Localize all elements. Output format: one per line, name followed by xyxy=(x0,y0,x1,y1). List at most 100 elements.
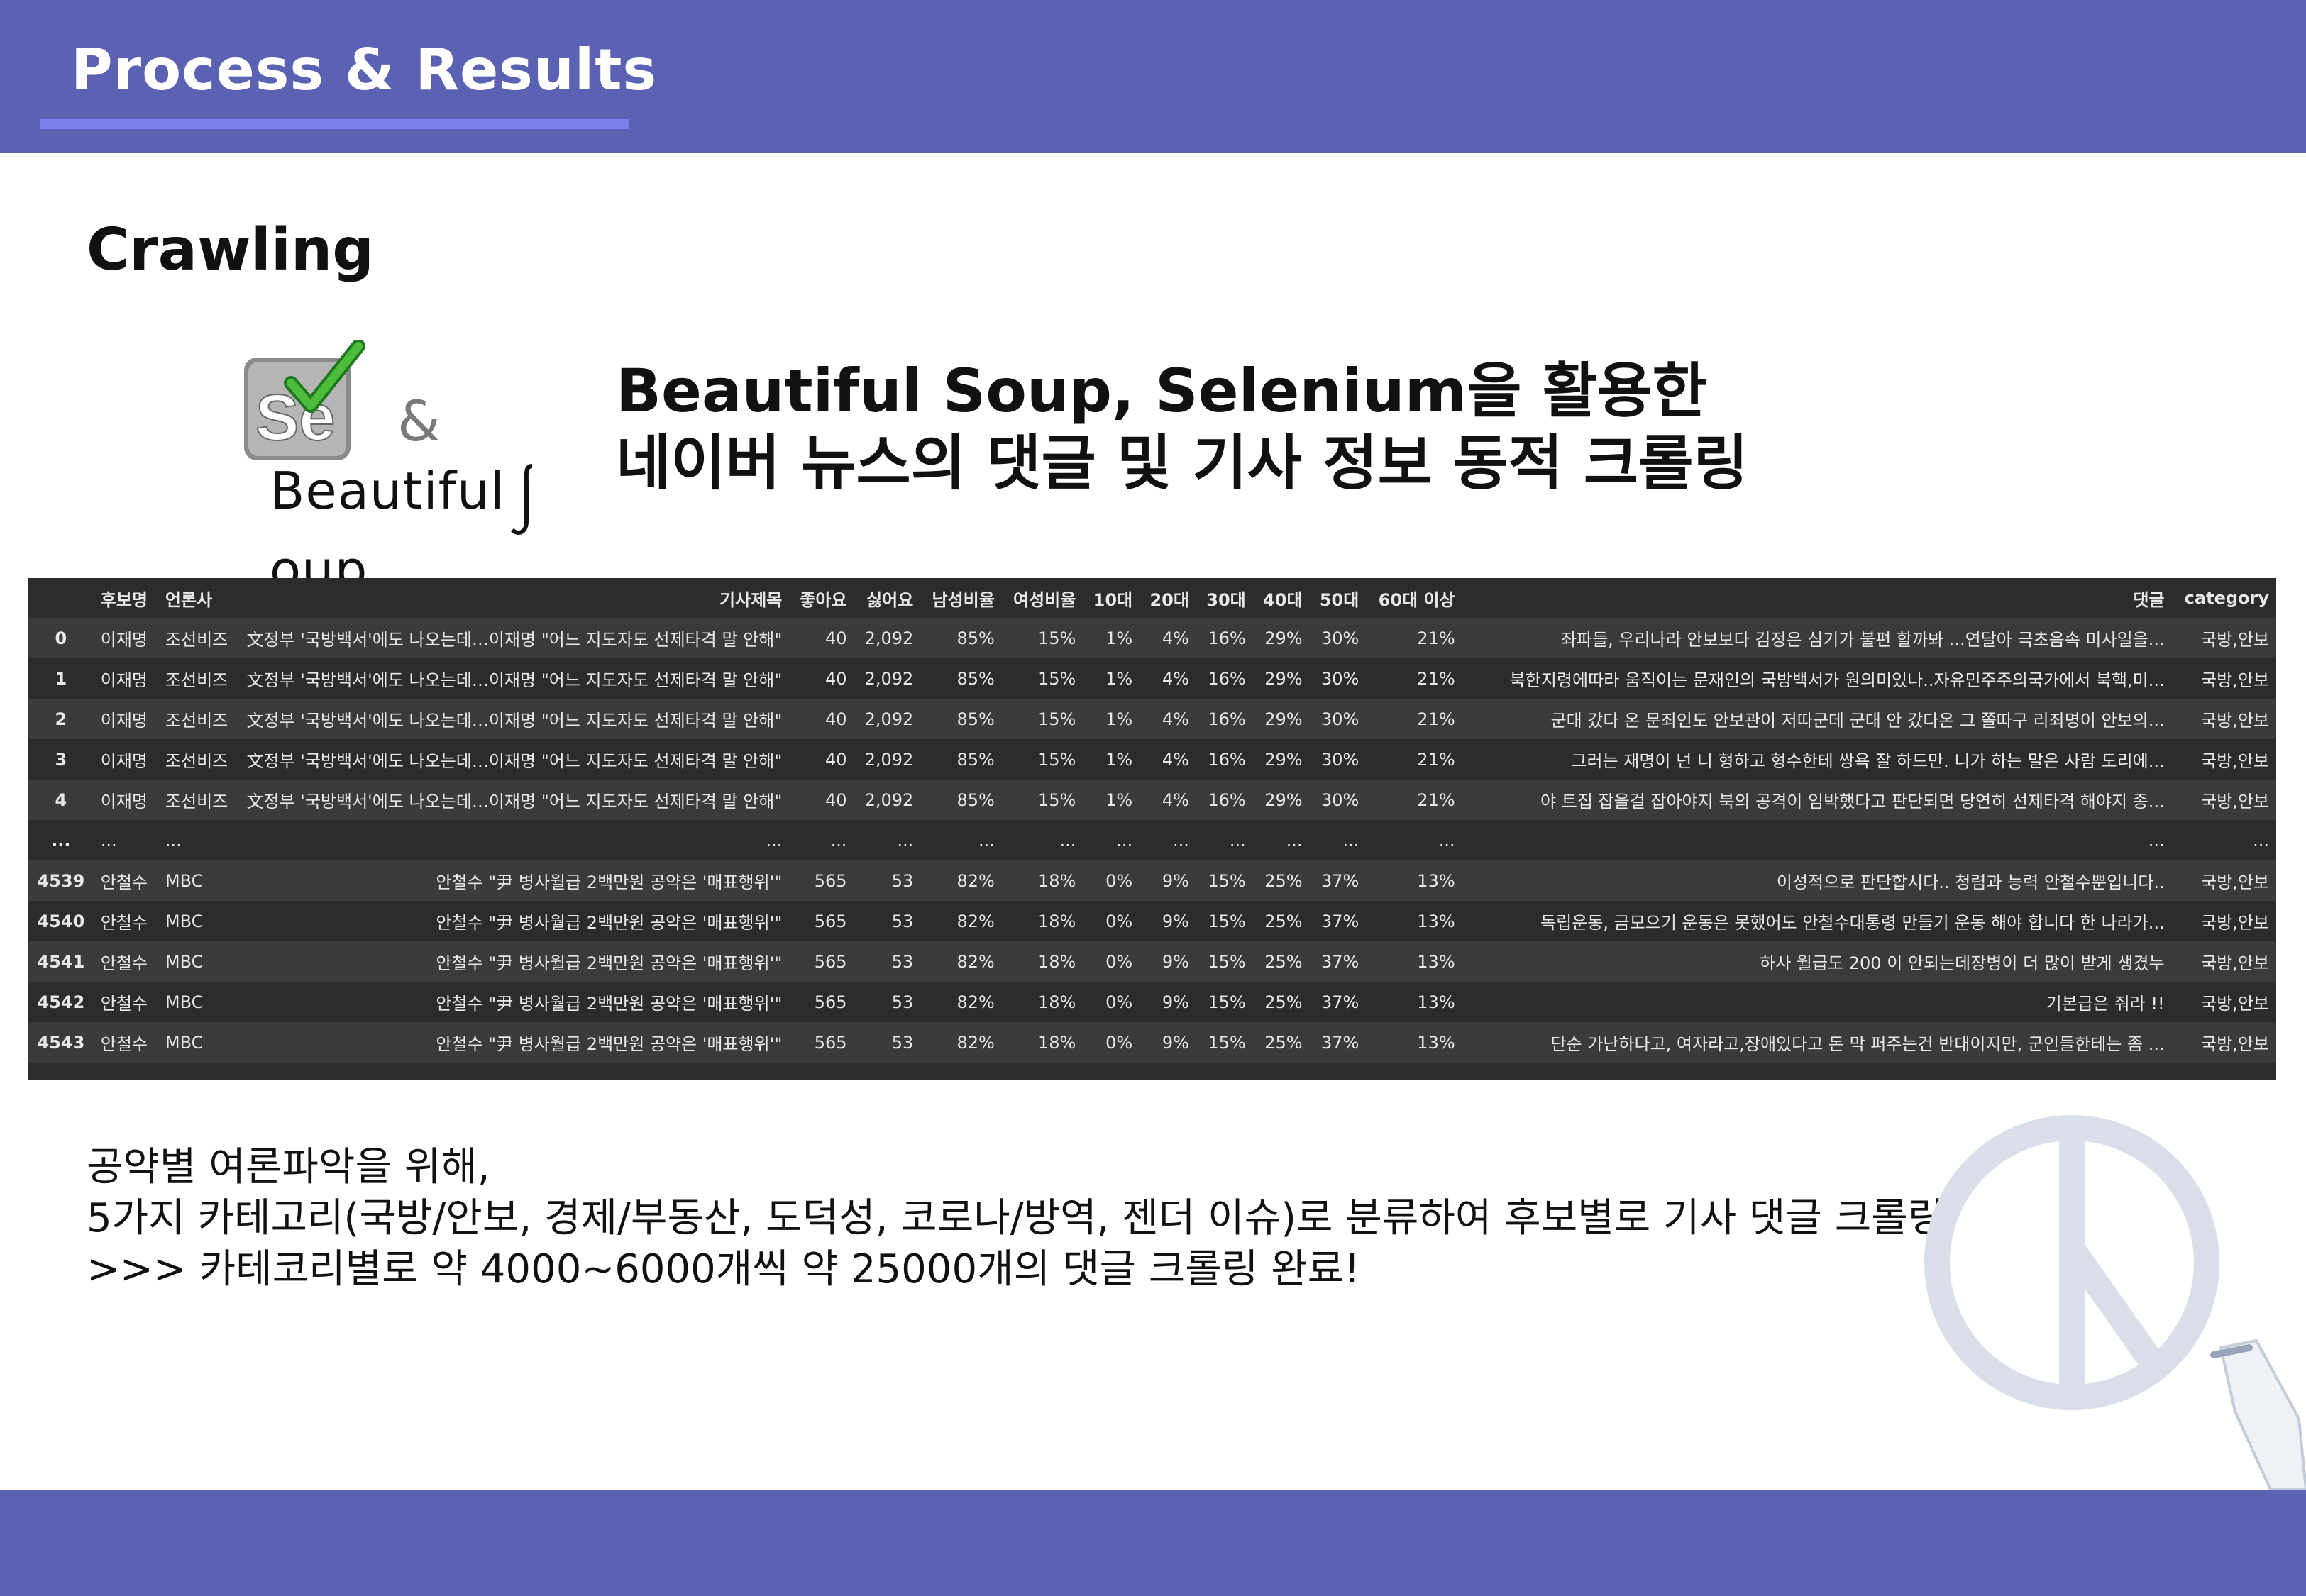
table-cell: 9% xyxy=(1140,941,1196,982)
table-cell: 16% xyxy=(1196,618,1253,658)
table-cell: 565 xyxy=(789,860,854,901)
table-row: 4539 안철수 MBC 안철수 "尹 병사월급 2백만원 공약은 '매표행위'" 56… xyxy=(28,860,2276,901)
table-cell: 1% xyxy=(1083,780,1140,820)
table-cell: 13% xyxy=(1366,941,1462,982)
table-cell: 565 xyxy=(789,1022,854,1063)
table-cell: 0% xyxy=(1083,901,1140,941)
table-cell: 그러는 재명이 넌 니 형하고 형수한테 쌍욕 잘 하드만. 니가 하는 말은 … xyxy=(1462,739,2172,780)
dataframe-screenshot: 후보명 언론사 기사제목 좋아요 싫어요 남성비율 여성비율 10대 20대 30대 40대 50대 6… xyxy=(28,578,2276,1080)
table-cell: 2,092 xyxy=(854,699,921,739)
table-cell: 국방,안보 xyxy=(2171,941,2276,982)
column-header: 30대 xyxy=(1206,589,1246,610)
table-cell: 조선비즈 xyxy=(158,780,240,820)
table-cell: 565 xyxy=(789,982,854,1022)
table-cell: 4% xyxy=(1140,699,1196,739)
table-cell: 4% xyxy=(1140,780,1196,820)
table-cell: 21% xyxy=(1366,618,1462,658)
table-cell: 18% xyxy=(1001,860,1083,901)
table-cell: 1% xyxy=(1083,658,1140,699)
table-cell: 40 xyxy=(789,739,854,780)
table-cell: 13% xyxy=(1366,982,1462,1022)
column-header: 싫어요 xyxy=(866,589,914,610)
table-cell: ... xyxy=(93,820,158,860)
table-cell: 53 xyxy=(854,1022,921,1063)
table-cell: 이재명 xyxy=(93,618,158,658)
table-cell: 좌파들, 우리나라 안보보다 김정은 심기가 불편 할까봐 ...연달아 극초음… xyxy=(1462,618,2172,658)
column-header: 남성비율 xyxy=(932,589,995,610)
column-header xyxy=(28,578,94,618)
table-cell: 안철수 "尹 병사월급 2백만원 공약은 '매표행위'" xyxy=(239,982,790,1022)
table-cell: 37% xyxy=(1309,901,1367,941)
table-cell: 기본급은 줘라 !! xyxy=(1462,982,2172,1022)
column-header: 후보명 xyxy=(100,589,148,610)
table-cell: ... xyxy=(1252,820,1310,860)
column-header: 여성비율 xyxy=(1013,589,1076,610)
table-cell: 37% xyxy=(1309,860,1367,901)
table-cell: 안철수 xyxy=(93,941,158,982)
table-cell: ... xyxy=(1140,820,1196,860)
table-cell: 53 xyxy=(854,860,921,901)
description-text: 공약별 여론파악을 위해, 5가지 카테고리(국방/안보, 경제/부동산, 도덕… xyxy=(87,1142,1944,1295)
table-cell: 85% xyxy=(920,780,1002,820)
table-cell: MBC xyxy=(158,901,240,941)
table-cell: 안철수 "尹 병사월급 2백만원 공약은 '매표행위'" xyxy=(239,1022,790,1063)
table-cell: 29% xyxy=(1252,699,1310,739)
logo-group: Se & Beautifuloup xyxy=(234,333,589,599)
table-cell: 82% xyxy=(920,1022,1002,1063)
table-cell: 29% xyxy=(1252,780,1310,820)
table-cell: ... xyxy=(2171,820,2276,860)
table-cell: 85% xyxy=(920,739,1002,780)
table-cell: 안철수 xyxy=(93,860,158,901)
table-cell: 文정부 '국방백서'에도 나오는데…이재명 "어느 지도자도 선제타격 말 안해… xyxy=(239,699,790,739)
table-cell: 82% xyxy=(920,860,1002,901)
table-cell: 안철수 "尹 병사월급 2백만원 공약은 '매표행위'" xyxy=(239,941,790,982)
table-cell: MBC xyxy=(158,860,240,901)
table-cell: 안철수 xyxy=(93,1022,158,1063)
table-cell: 야 트집 잡을걸 잡아야지 북의 공격이 임박했다고 판단되면 당연히 선제타격… xyxy=(1462,780,2172,820)
table-cell: 15% xyxy=(1196,860,1253,901)
table-cell: 29% xyxy=(1252,618,1310,658)
column-header: 댓글 xyxy=(2133,589,2165,610)
table-row: 4540 안철수 MBC 안철수 "尹 병사월급 2백만원 공약은 '매표행위'" 56… xyxy=(28,901,2276,941)
table-cell: 21% xyxy=(1366,699,1462,739)
table-cell: 이재명 xyxy=(93,780,158,820)
table-cell: 15% xyxy=(1196,1022,1253,1063)
table-cell: 4% xyxy=(1140,739,1196,780)
table-cell: 29% xyxy=(1252,739,1310,780)
table-cell: 국방,안보 xyxy=(2171,860,2276,901)
table-row: 4 이재명 조선비즈 文정부 '국방백서'에도 나오는데…이재명 "어느 지도자도 선… xyxy=(28,780,2276,820)
table-cell: 군대 갔다 온 문죄인도 안보관이 저따군데 군대 안 갔다온 그 쫄따구 리죄… xyxy=(1462,699,2172,739)
table-cell: 0% xyxy=(1083,1022,1140,1063)
row-index: 4540 xyxy=(28,901,94,941)
title-underline xyxy=(40,119,629,129)
table-cell: MBC xyxy=(158,982,240,1022)
footer-bar xyxy=(0,1490,2306,1596)
table-cell: 15% xyxy=(1196,982,1253,1022)
table-cell: 0% xyxy=(1083,860,1140,901)
heading-line-1: Beautiful Soup, Selenium을 활용한 xyxy=(616,356,1707,426)
table-cell: 4% xyxy=(1140,658,1196,699)
table-cell: 30% xyxy=(1309,618,1367,658)
table-cell: 文정부 '국방백서'에도 나오는데…이재명 "어느 지도자도 선제타격 말 안해… xyxy=(239,780,790,820)
column-header: 10대 xyxy=(1093,589,1133,610)
column-header: category xyxy=(2184,588,2269,608)
table-cell: 37% xyxy=(1309,1022,1367,1063)
table-cell: 9% xyxy=(1140,1022,1196,1063)
description-line-3: >>> 카테코리별로 약 4000~6000개씩 약 25000개의 댓글 크롤… xyxy=(87,1246,1360,1292)
table-cell: 13% xyxy=(1366,860,1462,901)
table-cell: 13% xyxy=(1366,1022,1462,1063)
table-cell: 국방,안보 xyxy=(2171,699,2276,739)
table-row: 1 이재명 조선비즈 文정부 '국방백서'에도 나오는데…이재명 "어느 지도자도 선… xyxy=(28,658,2276,699)
table-cell: 53 xyxy=(854,901,921,941)
table-cell: 2,092 xyxy=(854,739,921,780)
table-cell: 文정부 '국방백서'에도 나오는데…이재명 "어느 지도자도 선제타격 말 안해… xyxy=(239,739,790,780)
table-cell: MBC xyxy=(158,1022,240,1063)
column-header: 기사제목 xyxy=(719,589,783,610)
table-cell: 82% xyxy=(920,982,1002,1022)
table-cell: 30% xyxy=(1309,699,1367,739)
table-cell: 30% xyxy=(1309,780,1367,820)
table-cell: 40 xyxy=(789,618,854,658)
table-cell: ... xyxy=(1001,820,1083,860)
table-cell: 29% xyxy=(1252,658,1310,699)
table-cell: 15% xyxy=(1001,658,1083,699)
